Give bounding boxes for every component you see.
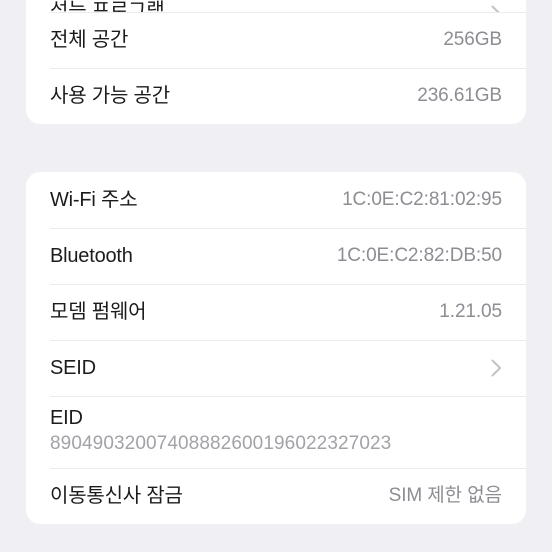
row-value-wifi-address: 1C:0E:C2:81:02:95 <box>342 188 502 210</box>
storage-info-card: 성능 프로그램 전체 공간 256GB 사용 가능 공간 236.61GB <box>26 0 526 124</box>
row-bluetooth-address: Bluetooth 1C:0E:C2:82:DB:50 <box>26 228 526 284</box>
row-value-carrier-lock: SIM 제한 없음 <box>388 484 502 506</box>
row-label-modem-firmware: 모뎀 펌웨어 <box>50 301 147 323</box>
row-seid[interactable]: SEID <box>26 340 526 396</box>
row-label-available-capacity: 사용 가능 공간 <box>50 85 170 107</box>
row-wifi-address: Wi-Fi 주소 1C:0E:C2:81:02:95 <box>26 172 526 228</box>
row-value-bluetooth-address: 1C:0E:C2:82:DB:50 <box>336 244 502 266</box>
row-label-carrier-lock: 이동통신사 잠금 <box>50 485 183 507</box>
row-total-capacity: 전체 공간 256GB <box>26 12 526 68</box>
row-label-eid: EID <box>50 407 83 430</box>
row-label-wifi-address: Wi-Fi 주소 <box>50 189 138 211</box>
row-label-bluetooth-address: Bluetooth <box>50 245 133 267</box>
row-performance-program[interactable]: 성능 프로그램 <box>26 0 526 12</box>
row-carrier-lock: 이동통신사 잠금 SIM 제한 없음 <box>26 468 526 524</box>
row-modem-firmware: 모뎀 펌웨어 1.21.05 <box>26 284 526 340</box>
row-label-performance-program: 성능 프로그램 <box>50 0 165 12</box>
row-value-eid: 89049032007408882600196022327023 <box>50 433 392 455</box>
network-identifiers-card: Wi-Fi 주소 1C:0E:C2:81:02:95 Bluetooth 1C:… <box>26 172 526 524</box>
settings-about-screen: 성능 프로그램 전체 공간 256GB 사용 가능 공간 236.61GB Wi… <box>0 0 552 552</box>
row-value-modem-firmware: 1.21.05 <box>439 300 502 322</box>
row-available-capacity: 사용 가능 공간 236.61GB <box>26 68 526 124</box>
row-value-total-capacity: 256GB <box>443 28 502 50</box>
row-eid: EID 89049032007408882600196022327023 <box>26 396 526 468</box>
row-value-available-capacity: 236.61GB <box>417 84 502 106</box>
row-label-total-capacity: 전체 공간 <box>50 29 129 51</box>
chevron-right-icon <box>491 359 502 377</box>
row-label-seid: SEID <box>50 357 96 379</box>
chevron-right-icon <box>491 5 502 12</box>
